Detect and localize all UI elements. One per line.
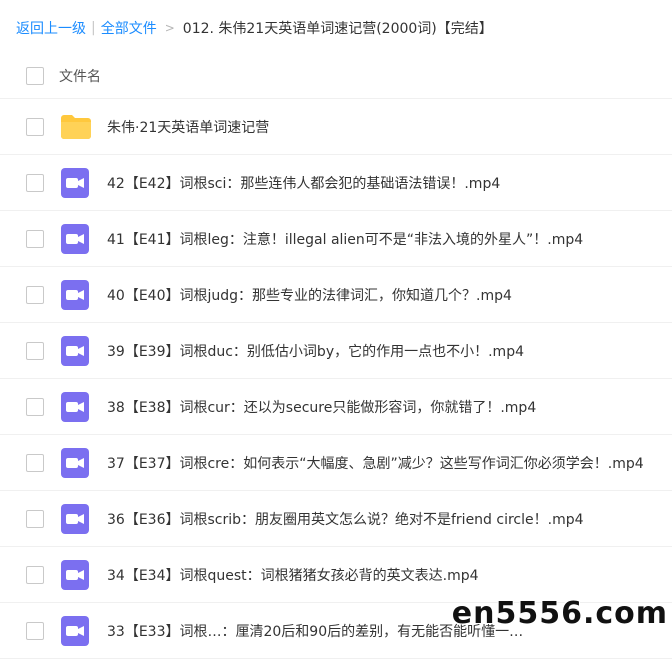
row-checkbox[interactable] [26,397,44,416]
file-name[interactable]: 37【E37】词根cre：如何表示“大幅度、急剧”减少？这些写作词汇你必须学会！… [107,453,644,473]
current-folder-title: 012. 朱伟21天英语单词速记营(2000词)【完结】 [182,21,493,37]
row-checkbox[interactable] [26,341,44,360]
folder-row[interactable]: 朱伟·21天英语单词速记营 [0,99,672,155]
video-file-icon [61,279,89,310]
file-name[interactable]: 36【E36】词根scrib：朋友圈用英文怎么说？绝对不是friend circ… [107,509,584,529]
chevron-right-icon: > [164,21,175,35]
video-file-icon [61,447,89,478]
file-name[interactable]: 41【E41】词根leg：注意！illegal alien可不是“非法入境的外星… [107,229,583,249]
row-checkbox[interactable] [26,117,44,136]
file-row[interactable]: 38【E38】词根cur：还以为secure只能做形容词，你就错了！.mp4 [0,379,672,435]
row-checkbox[interactable] [26,173,44,192]
file-row[interactable]: 36【E36】词根scrib：朋友圈用英文怎么说？绝对不是friend circ… [0,491,672,547]
folder-icon [60,114,92,140]
file-name[interactable]: 42【E42】词根sci：那些连伟人都会犯的基础语法错误！.mp4 [107,173,500,193]
file-row[interactable]: 41【E41】词根leg：注意！illegal alien可不是“非法入境的外星… [0,211,672,267]
file-row[interactable]: 40【E40】词根judg：那些专业的法律词汇，你知道几个？.mp4 [0,267,672,323]
row-checkbox[interactable] [26,565,44,584]
all-files-link[interactable]: 全部文件 [101,18,157,38]
file-name[interactable]: 40【E40】词根judg：那些专业的法律词汇，你知道几个？.mp4 [107,285,512,305]
breadcrumb: 返回上一级 | 全部文件 > 012. 朱伟21天英语单词速记营(2000词)【… [16,16,493,40]
row-checkbox[interactable] [26,621,44,640]
file-row[interactable]: 39【E39】词根duc：别低估小词by，它的作用一点也不小！.mp4 [0,323,672,379]
row-checkbox[interactable] [26,285,44,304]
watermark: en5556.com [451,596,668,631]
video-file-icon [61,503,89,534]
file-list: 文件名 朱伟·21天英语单词速记营 42【E42】词根sci：那些连伟人都会犯的基… [0,53,672,659]
video-file-icon [61,615,89,646]
file-name[interactable]: 38【E38】词根cur：还以为secure只能做形容词，你就错了！.mp4 [107,397,536,417]
row-checkbox[interactable] [26,453,44,472]
column-filename[interactable]: 文件名 [59,66,101,86]
video-file-icon [61,391,89,422]
select-all-checkbox[interactable] [26,66,44,85]
file-name[interactable]: 39【E39】词根duc：别低估小词by，它的作用一点也不小！.mp4 [107,341,524,361]
video-file-icon [61,167,89,198]
back-link[interactable]: 返回上一级 [16,18,86,38]
file-name[interactable]: 34【E34】词根quest：词根猪猪女孩必背的英文表达.mp4 [107,565,479,585]
video-file-icon [61,335,89,366]
row-checkbox[interactable] [26,509,44,528]
row-checkbox[interactable] [26,229,44,248]
breadcrumb-divider: | [91,20,96,36]
file-row[interactable]: 37【E37】词根cre：如何表示“大幅度、急剧”减少？这些写作词汇你必须学会！… [0,435,672,491]
file-row[interactable]: 34【E34】词根quest：词根猪猪女孩必背的英文表达.mp4 [0,547,672,603]
video-file-icon [61,559,89,590]
file-name[interactable]: 朱伟·21天英语单词速记营 [107,117,269,137]
file-list-header: 文件名 [0,53,672,99]
file-row[interactable]: 42【E42】词根sci：那些连伟人都会犯的基础语法错误！.mp4 [0,155,672,211]
video-file-icon [61,223,89,254]
